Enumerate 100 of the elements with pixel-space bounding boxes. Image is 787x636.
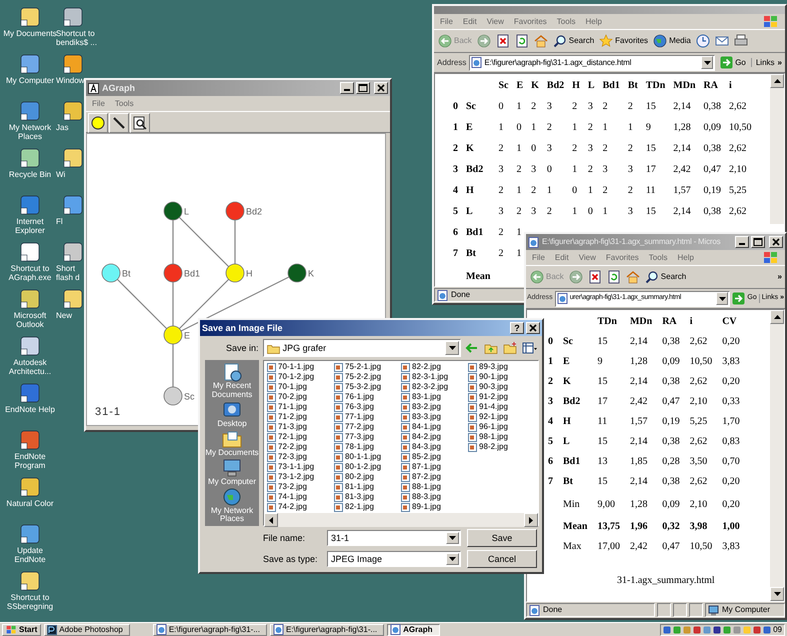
minimize-button[interactable] [340,82,354,94]
list-entry[interactable]: 91-2.jpg [468,392,535,402]
app-icon[interactable] [62,147,84,169]
search-button[interactable]: Search [644,270,688,284]
app-icon[interactable] [19,476,41,498]
menu-item[interactable]: View [578,252,596,262]
list-entry[interactable]: 85-2.jpg [401,452,468,462]
help-button[interactable]: ? [510,322,524,334]
list-entry[interactable]: 73-1-1.jpg [267,462,334,472]
list-entry[interactable]: 83-2.jpg [401,402,468,412]
file-type-dropdown[interactable]: JPEG Image [327,551,461,567]
taskbar-button[interactable]: Adobe Photoshop [44,624,130,636]
menu-item[interactable]: File [532,252,545,262]
app-icon[interactable] [19,570,41,592]
list-entry[interactable]: 89-1.jpg [401,502,468,512]
list-entry[interactable]: 72-3.jpg [267,452,334,462]
list-entry[interactable]: 98-2.jpg [468,442,535,452]
scroll-up-button[interactable] [770,74,784,88]
save-in-dropdown[interactable]: JPG grafer [262,339,461,357]
places-item[interactable]: My Network Places [205,486,259,524]
list-entry[interactable]: 75-2-1.jpg [334,362,401,372]
app-icon[interactable] [62,288,84,310]
list-entry[interactable]: 70-1-1.jpg [267,362,334,372]
list-entry[interactable]: 74-1.jpg [267,492,334,502]
close-button[interactable] [374,82,388,94]
graph-node[interactable] [164,386,182,406]
list-entry[interactable]: 72-2.jpg [267,442,334,452]
search-button[interactable]: Search [552,34,596,48]
list-entry[interactable]: 72-1.jpg [267,432,334,442]
list-entry[interactable]: 82-3-1.jpg [401,372,468,382]
list-entry[interactable]: 80-2.jpg [334,472,401,482]
app-icon[interactable] [19,241,41,263]
menu-item[interactable]: View [486,16,504,26]
links-button[interactable]: Links [750,58,775,68]
list-entry[interactable]: 73-2.jpg [267,482,334,492]
refresh-button[interactable] [514,34,530,48]
list-entry[interactable]: 81-3.jpg [334,492,401,502]
list-entry[interactable]: 76-3.jpg [334,402,401,412]
taskbar-button[interactable]: E:\figurer\agraph-fig\31-... [270,624,384,636]
zoom-tool-button[interactable] [130,113,150,133]
list-entry[interactable]: 88-1.jpg [401,482,468,492]
mail-button[interactable] [714,34,730,48]
stop-button[interactable] [586,270,603,284]
list-entry[interactable]: 76-1.jpg [334,392,401,402]
list-entry[interactable]: 98-1.jpg [468,432,535,442]
list-entry[interactable]: 87-1.jpg [401,462,468,472]
go-button[interactable]: Go [718,56,748,69]
dropdown-button[interactable] [446,553,459,565]
list-entry[interactable]: 77-2.jpg [334,422,401,432]
dropdown-button[interactable] [701,56,714,69]
dropdown-button[interactable] [446,532,459,544]
history-button[interactable] [694,34,711,48]
scroll-down-button[interactable] [770,587,784,601]
menu-item[interactable]: Tools [114,98,134,108]
maximize-button[interactable] [356,82,370,94]
places-item[interactable]: Desktop [205,400,259,428]
app-icon[interactable] [62,53,84,75]
list-entry[interactable]: 73-1-2.jpg [267,472,334,482]
taskbar-button[interactable]: AGraph [387,624,440,636]
list-entry[interactable]: 71-2.jpg [267,412,334,422]
maximize-button[interactable] [751,236,765,248]
menu-item[interactable]: Edit [554,252,569,262]
app-icon[interactable] [19,53,41,75]
scroll-left-button[interactable] [264,513,278,527]
file-name-field[interactable]: 31-1 [327,530,461,546]
dialog-button[interactable]: Save [467,529,537,547]
list-entry[interactable]: 84-3.jpg [401,442,468,452]
refresh-button[interactable] [606,270,622,284]
list-entry[interactable]: 88-3.jpg [401,492,468,502]
app-icon[interactable] [19,523,41,545]
list-entry[interactable]: 87-2.jpg [401,472,468,482]
app-icon[interactable] [62,100,84,122]
graph-node[interactable] [164,202,182,220]
graph-node[interactable] [226,202,244,220]
list-entry[interactable]: 75-2-2.jpg [334,372,401,382]
list-entry[interactable]: 90-1.jpg [468,372,535,382]
circle-tool-button[interactable] [88,113,108,133]
list-entry[interactable]: 83-1.jpg [401,392,468,402]
taskbar-button[interactable]: E:\figurer\agraph-fig\31-... [152,624,267,636]
stop-button[interactable] [494,34,511,48]
list-entry[interactable]: 84-1.jpg [401,422,468,432]
graph-node[interactable] [288,264,306,282]
close-button[interactable] [526,322,540,334]
list-entry[interactable]: 92-1.jpg [468,412,535,422]
dropdown-button[interactable] [716,292,728,305]
list-entry[interactable]: 70-1.jpg [267,382,334,392]
forward-button[interactable] [476,34,492,48]
list-entry[interactable]: 70-2.jpg [267,392,334,402]
scroll-up-button[interactable] [770,310,784,324]
app-icon[interactable] [62,241,84,263]
list-entry[interactable]: 71-1.jpg [267,402,334,412]
minimize-button[interactable] [735,236,749,248]
menu-item[interactable]: Help [585,16,602,26]
scroll-right-button[interactable] [524,513,538,527]
forward-button[interactable] [568,270,584,284]
list-entry[interactable]: 83-3.jpg [401,412,468,422]
places-item[interactable]: My Computer [205,458,259,486]
list-entry[interactable]: 74-2.jpg [267,502,334,512]
view-menu-icon[interactable] [522,341,537,355]
dialog-button[interactable]: Cancel [467,550,537,568]
